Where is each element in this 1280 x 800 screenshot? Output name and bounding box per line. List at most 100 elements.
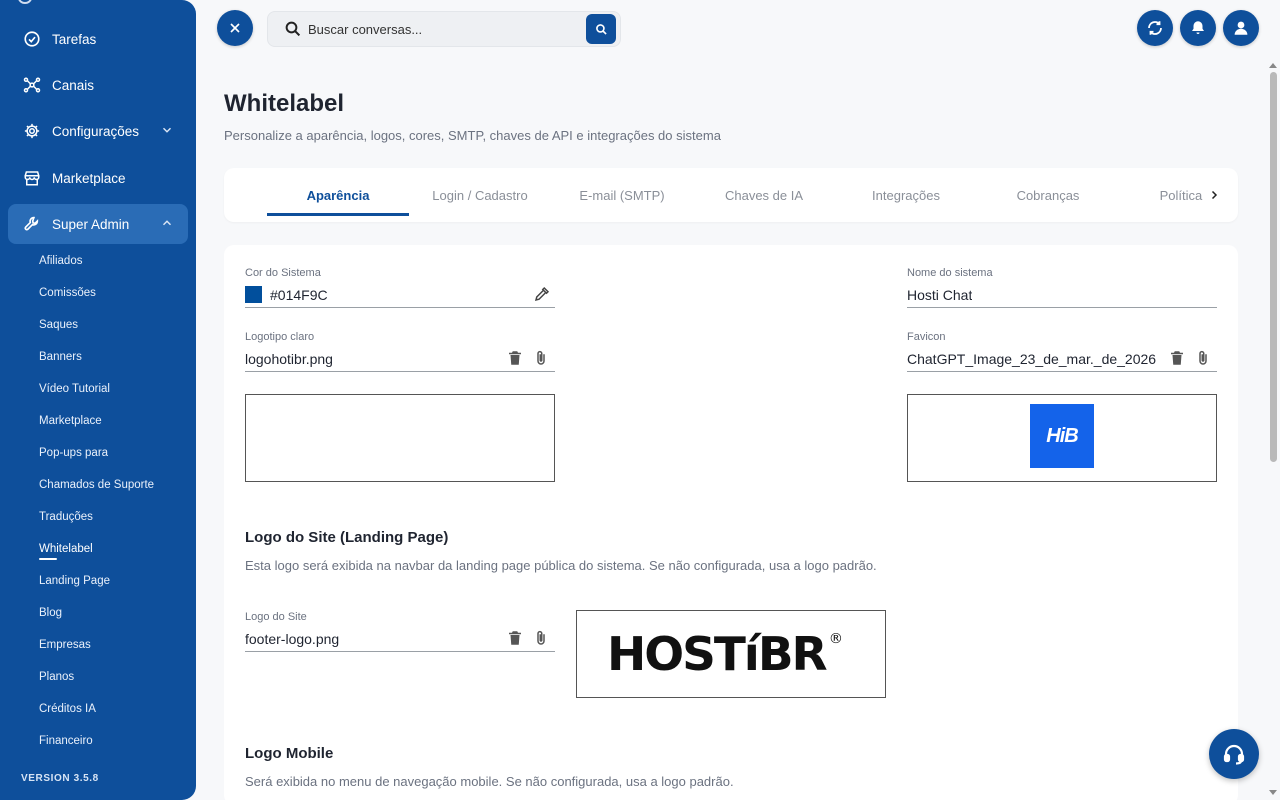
site-logo-section-desc: Esta logo será exibida na navbar da land…: [245, 558, 877, 573]
site-logo-field[interactable]: footer-logo.png: [245, 626, 555, 652]
sidebar-subitem-comissoes[interactable]: Comissões: [39, 287, 96, 299]
site-logo-label: Logo do Site: [245, 611, 307, 623]
favicon-label: Favicon: [907, 331, 946, 343]
chevron-up-icon: [162, 220, 172, 226]
check-circle-icon: [22, 29, 42, 49]
sidebar-subitem-popups[interactable]: Pop-ups para: [39, 447, 108, 459]
sidebar-item-canais[interactable]: Canais: [8, 65, 188, 105]
sidebar-item-label: Marketplace: [52, 170, 126, 186]
refresh-icon: [1148, 21, 1162, 35]
tab-cobrancas[interactable]: Cobranças: [977, 168, 1119, 222]
system-name-field[interactable]: Hosti Chat: [907, 282, 1217, 308]
trash-icon[interactable]: [1168, 349, 1186, 367]
mobile-logo-section-desc: Será exibida no menu de navegação mobile…: [245, 774, 734, 789]
sidebar-subitem-afiliados[interactable]: Afiliados: [39, 255, 82, 267]
sidebar-item-configuracoes[interactable]: Configurações: [8, 111, 188, 151]
support-chat-button[interactable]: [1209, 729, 1259, 779]
sidebar-subitem-video-tutorial[interactable]: Vídeo Tutorial: [39, 383, 110, 395]
sidebar: Tarefas Canais Configurações Marketplace…: [0, 0, 196, 800]
logo-light-field[interactable]: logohotibr.png: [245, 346, 555, 372]
network-icon: [22, 75, 42, 95]
search-icon: [595, 23, 607, 35]
notifications-button[interactable]: [1180, 10, 1216, 46]
tab-login-cadastro[interactable]: Login / Cadastro: [409, 168, 551, 222]
site-logo-value: footer-logo.png: [245, 630, 340, 647]
scrollbar-thumb[interactable]: [1270, 72, 1277, 462]
search-bar: [267, 11, 621, 47]
sidebar-subitem-planos[interactable]: Planos: [39, 671, 74, 683]
sidebar-subitem-blog[interactable]: Blog: [39, 607, 62, 619]
sidebar-subitem-whitelabel[interactable]: Whitelabel: [39, 543, 93, 560]
app-version: VERSION 3.5.8: [21, 773, 99, 784]
headset-icon: [1223, 744, 1245, 765]
sidebar-subitem-marketplace[interactable]: Marketplace: [39, 415, 102, 427]
site-logo-preview: HOSTíBR ®: [576, 610, 886, 698]
sidebar-item-label: Tarefas: [52, 31, 97, 47]
bell-icon: [1192, 21, 1204, 34]
site-logo-image: HOSTíBR ®: [607, 627, 843, 681]
sidebar-subitem-traducoes[interactable]: Traduções: [39, 511, 93, 523]
tabs-scroll-right-button[interactable]: [1204, 185, 1224, 205]
logo-light-value: logohotibr.png: [245, 350, 333, 367]
system-name-label: Nome do sistema: [907, 267, 993, 279]
sidebar-item-label: Configurações: [52, 123, 140, 139]
sidebar-subitem-landing-page[interactable]: Landing Page: [39, 575, 110, 587]
site-logo-section-title: Logo do Site (Landing Page): [245, 529, 449, 546]
sidebar-subitem-chamados-suporte[interactable]: Chamados de Suporte: [39, 479, 154, 491]
paperclip-icon[interactable]: [1194, 349, 1212, 367]
sidebar-item-label: Super Admin: [52, 216, 130, 232]
close-icon: [230, 23, 240, 33]
close-sidebar-button[interactable]: [217, 10, 253, 46]
sidebar-subitem-empresas[interactable]: Empresas: [39, 639, 91, 651]
tab-aparencia[interactable]: Aparência: [267, 168, 409, 222]
page-subtitle: Personalize a aparência, logos, cores, S…: [224, 128, 721, 143]
paperclip-icon[interactable]: [532, 349, 550, 367]
page-scrollbar[interactable]: [1266, 60, 1280, 800]
scroll-up-arrow-icon[interactable]: [1269, 62, 1277, 70]
gear-icon: [22, 121, 42, 141]
favicon-preview: HiB: [907, 394, 1217, 482]
wrench-icon: [22, 214, 42, 234]
tab-integracoes[interactable]: Integrações: [835, 168, 977, 222]
sidebar-subitem-saques[interactable]: Saques: [39, 319, 78, 331]
color-swatch[interactable]: [245, 286, 262, 303]
mobile-logo-section-title: Logo Mobile: [245, 745, 334, 762]
tab-chaves-ia[interactable]: Chaves de IA: [693, 168, 835, 222]
sidebar-subitem-financeiro[interactable]: Financeiro: [39, 735, 93, 747]
system-color-value: #014F9C: [270, 286, 328, 303]
user-icon: [1234, 21, 1248, 35]
chevron-down-icon: [162, 127, 172, 133]
appearance-form: Cor do Sistema #014F9C Nome do sistema H…: [224, 245, 1238, 800]
tab-email-smtp[interactable]: E-mail (SMTP): [551, 168, 693, 222]
system-name-value: Hosti Chat: [907, 286, 973, 303]
refresh-button[interactable]: [1137, 10, 1173, 46]
sidebar-item-super-admin[interactable]: Super Admin: [8, 204, 188, 244]
store-icon: [22, 168, 42, 188]
sidebar-subitem-creditos-ia[interactable]: Créditos IA: [39, 703, 96, 715]
profile-button[interactable]: [1223, 10, 1259, 46]
logo-light-label: Logotipo claro: [245, 331, 315, 343]
logo-light-preview: [245, 394, 555, 482]
site-logo-wordmark: HOSTíBR: [607, 627, 828, 681]
favicon-value: ChatGPT_Image_23_de_mar._de_2026: [907, 350, 1157, 367]
sidebar-item-label: Canais: [52, 77, 95, 93]
scroll-down-arrow-icon[interactable]: [1269, 788, 1277, 796]
search-button[interactable]: [586, 14, 616, 44]
system-color-label: Cor do Sistema: [245, 267, 321, 279]
registered-mark: ®: [828, 631, 844, 647]
search-icon: [285, 21, 301, 37]
trash-icon[interactable]: [506, 629, 524, 647]
sidebar-item-tarefas[interactable]: Tarefas: [8, 19, 188, 59]
settings-tabs: Aparência Login / Cadastro E-mail (SMTP)…: [224, 168, 1238, 222]
sidebar-item-marketplace[interactable]: Marketplace: [8, 158, 188, 198]
system-color-field[interactable]: #014F9C: [245, 282, 555, 308]
search-input[interactable]: [308, 21, 578, 37]
trash-icon[interactable]: [506, 349, 524, 367]
favicon-field[interactable]: ChatGPT_Image_23_de_mar._de_2026: [907, 346, 1217, 372]
paperclip-icon[interactable]: [532, 629, 550, 647]
page-title: Whitelabel: [224, 90, 345, 117]
sidebar-subitem-banners[interactable]: Banners: [39, 351, 82, 363]
favicon-image: HiB: [1030, 404, 1094, 468]
scrolled-item-icon: [18, 0, 32, 4]
eyedropper-icon[interactable]: [533, 285, 551, 303]
